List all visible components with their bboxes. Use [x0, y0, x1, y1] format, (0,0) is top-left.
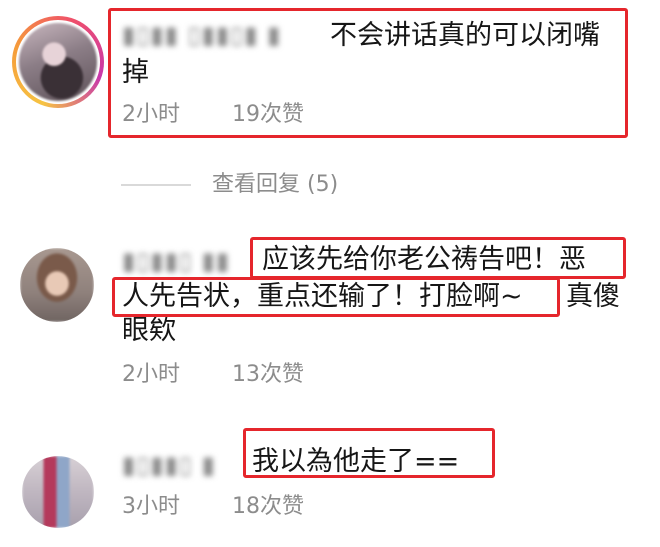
- username-blurred[interactable]: ▮▯▮▮▯ ▮: [122, 452, 234, 478]
- avatar-image: [22, 456, 94, 528]
- comment-2-text-line-3: 眼欸: [122, 315, 176, 346]
- avatar: [19, 23, 97, 101]
- comment-3-time: 3小时: [122, 494, 180, 519]
- comment-2-likes[interactable]: 13次赞: [232, 362, 304, 388]
- avatar-frame: [16, 20, 100, 104]
- view-replies-link[interactable]: 查看回复 (5): [212, 172, 338, 198]
- highlight-box-comment-2-line-1: [250, 237, 626, 279]
- avatar-image: [20, 248, 94, 322]
- highlight-box-comment-1: [108, 8, 628, 138]
- replies-divider: [121, 184, 191, 186]
- comment-2-text-line-2b: 真傻: [566, 281, 620, 312]
- avatar[interactable]: [20, 248, 94, 322]
- avatar[interactable]: [22, 456, 94, 528]
- comment-3-likes[interactable]: 18次赞: [232, 494, 304, 520]
- username-blurred[interactable]: ▮▯▮▮▯ ▮▮: [122, 248, 250, 274]
- comment-2-time: 2小时: [122, 362, 180, 387]
- highlight-box-comment-2-line-2: [112, 277, 560, 317]
- highlight-box-comment-3: [243, 428, 495, 478]
- avatar-story-ring[interactable]: [12, 16, 104, 108]
